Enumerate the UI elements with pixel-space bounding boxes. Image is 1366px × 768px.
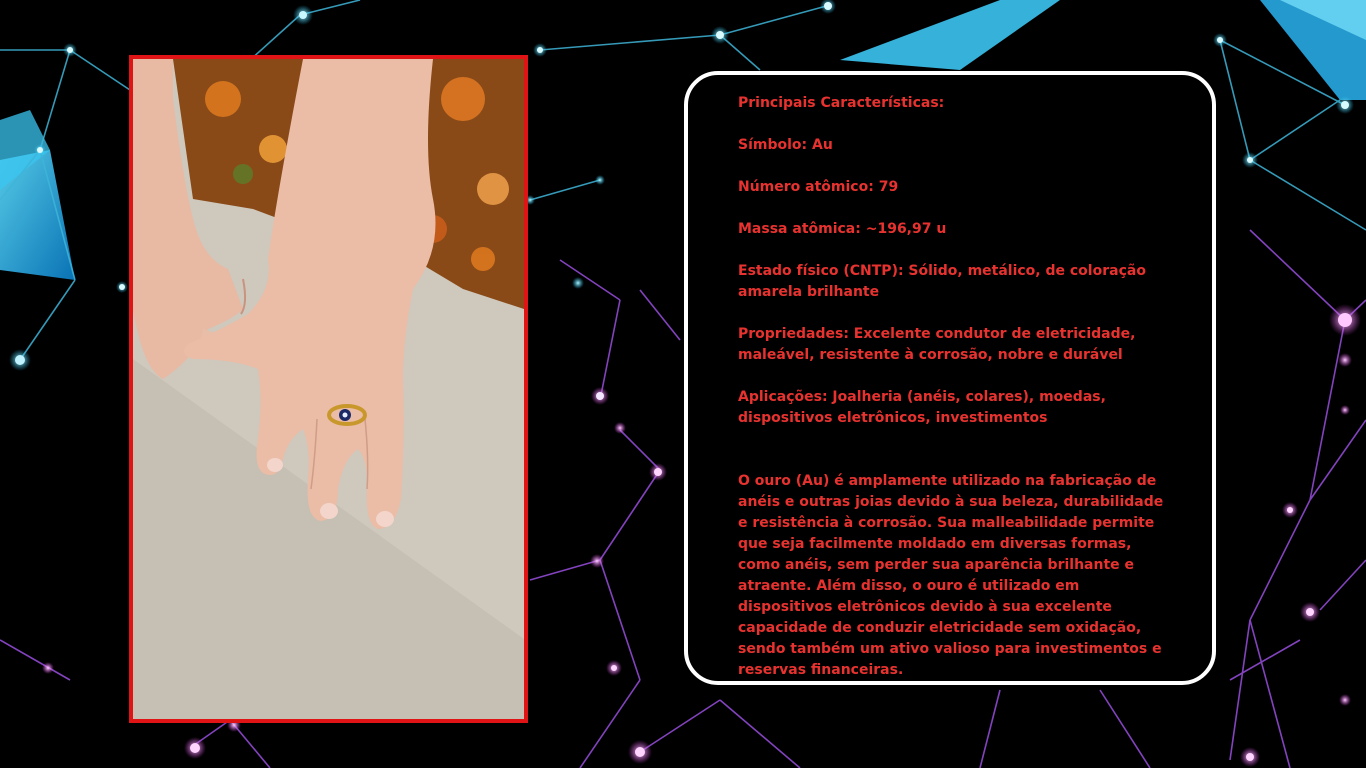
properties-line: Propriedades: Excelente condutor de elet… bbox=[738, 326, 1136, 363]
atomic-number-line: Número atômico: 79 bbox=[738, 179, 899, 195]
gold-description-paragraph: O ouro (Au) é amplamente utilizado na fa… bbox=[738, 473, 1164, 678]
photo-frame bbox=[129, 55, 528, 723]
heading: Principais Características: bbox=[738, 95, 945, 111]
info-text: Principais Características: Símbolo: Au … bbox=[738, 93, 1168, 681]
symbol-line: Símbolo: Au bbox=[738, 137, 833, 153]
info-card: Principais Características: Símbolo: Au … bbox=[684, 71, 1216, 685]
applications-line: Aplicações: Joalheria (anéis, colares), … bbox=[738, 389, 1106, 426]
hands-with-gold-rings-photo bbox=[133, 59, 524, 719]
atomic-mass-line: Massa atômica: ~196,97 u bbox=[738, 221, 947, 237]
physical-state-line: Estado físico (CNTP): Sólido, metálico, … bbox=[738, 263, 1146, 300]
